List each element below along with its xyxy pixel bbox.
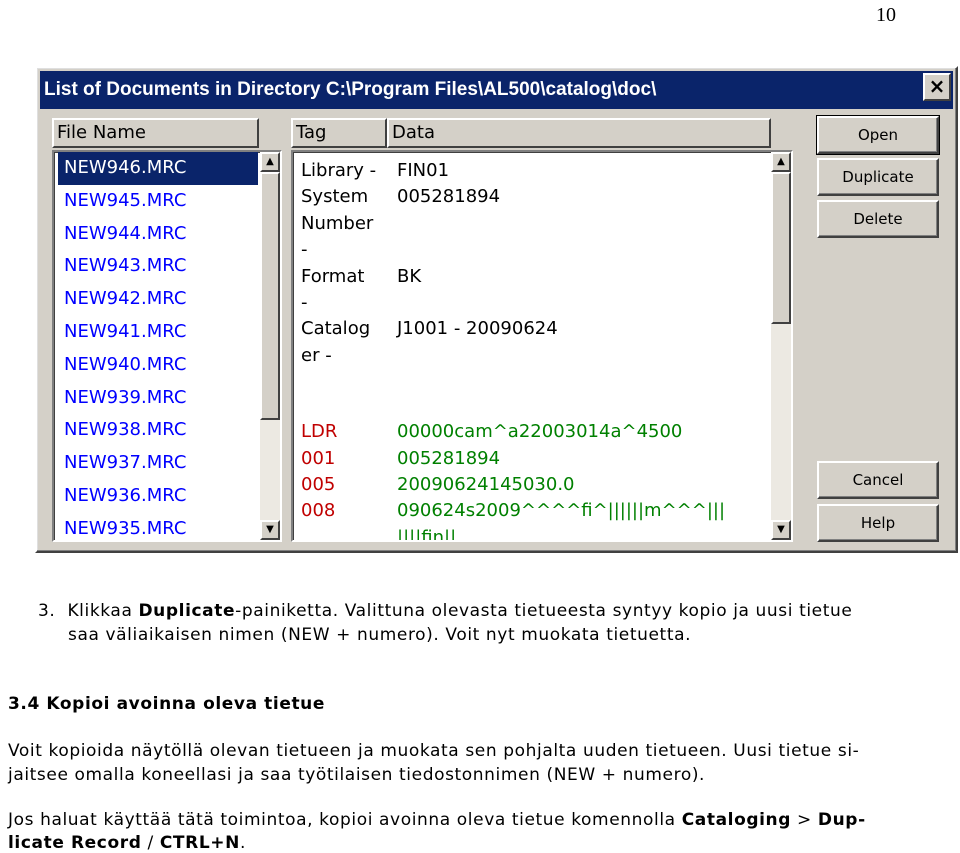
row-data: FIN01: [397, 160, 450, 181]
file-list-scroll-thumb[interactable]: [260, 172, 280, 420]
row-tag: 005: [301, 474, 336, 495]
row-tag: LDR: [301, 421, 338, 443]
row-data: BK: [397, 265, 422, 287]
row-tag: Catalog: [301, 318, 371, 340]
help-button[interactable]: Help: [817, 504, 939, 542]
row-data: J1001 - 20090624: [397, 318, 558, 340]
row-data: 00000cam^a22003014a^4500: [397, 421, 683, 443]
close-icon[interactable]: ×: [923, 73, 951, 101]
step-text-post: -painiketta. Valittuna olevasta tietuees…: [235, 601, 853, 621]
row-tag: System: [301, 186, 369, 208]
dialog-titlebar[interactable]: List of Documents in Directory C:\Progra…: [40, 71, 953, 109]
meta-row[interactable]: -: [293, 290, 767, 316]
paragraph-1-line-2: jaitsee omalla koneellasi ja saa työtila…: [8, 765, 706, 785]
header-tag[interactable]: Tag: [291, 118, 387, 148]
meta-row[interactable]: er -: [293, 343, 767, 369]
field-row[interactable]: ||||fin||: [293, 525, 767, 542]
field-row[interactable]: 001 005281894: [293, 446, 767, 472]
meta-row[interactable]: System 005281894: [293, 184, 767, 210]
delete-button[interactable]: Delete: [817, 200, 939, 238]
file-list-item[interactable]: NEW944.MRC: [58, 218, 258, 251]
paragraph-2-text: Jos haluat käyttää tätä toimintoa, kopio…: [8, 810, 682, 830]
field-row[interactable]: 005 20090624145030.0: [293, 472, 767, 498]
file-list-item[interactable]: NEW936.MRC: [58, 480, 258, 513]
step-text-pre: Klikkaa: [67, 601, 139, 621]
meta-row[interactable]: Format BK: [293, 264, 767, 290]
document-list-dialog: List of Documents in Directory C:\Progra…: [35, 66, 958, 553]
row-tag: 008: [301, 500, 336, 522]
scroll-down-icon[interactable]: ▼: [771, 520, 791, 540]
section-heading: 3.4 Kopioi avoinna oleva tietue: [8, 694, 326, 714]
meta-row[interactable]: Catalog J1001 - 20090624: [293, 316, 767, 342]
field-row[interactable]: LDR 00000cam^a22003014a^4500: [293, 419, 767, 445]
file-list-item[interactable]: NEW935.MRC: [58, 513, 258, 540]
meta-row[interactable]: Number: [293, 211, 767, 237]
menu-duplicate-part1: Dup-: [817, 810, 866, 830]
dialog-title: List of Documents in Directory C:\Progra…: [44, 79, 657, 100]
cancel-button[interactable]: Cancel: [817, 461, 939, 499]
scroll-up-icon[interactable]: ▲: [260, 152, 280, 172]
shortcut-separator: /: [141, 833, 160, 853]
row-data: 090624s2009^^^^fi^||||||m^^^|||: [397, 500, 726, 522]
row-tag: 001: [301, 447, 336, 469]
step-number: 3.: [38, 601, 56, 621]
record-scrollbar[interactable]: ▲ ▼: [771, 152, 791, 540]
step-3-line-2: saa väliaikaisen nimen (NEW + numero). V…: [68, 625, 692, 645]
header-data[interactable]: Data: [387, 118, 771, 148]
row-tag: -: [301, 239, 308, 261]
paragraph-2-line-2: licate Record / CTRL+N.: [8, 833, 246, 853]
file-list-item[interactable]: NEW945.MRC: [58, 185, 258, 218]
file-list: NEW946.MRC NEW945.MRC NEW944.MRC NEW943.MRC…: [58, 152, 258, 540]
scroll-down-icon[interactable]: ▼: [260, 520, 280, 540]
menu-cataloging: Cataloging: [681, 810, 792, 830]
file-list-box[interactable]: NEW946.MRC NEW945.MRC NEW944.MRC NEW943.MRC…: [52, 150, 282, 542]
meta-row[interactable]: -: [293, 237, 767, 263]
record-data-box[interactable]: Library - FIN01 System 005281894 Number - Form…: [291, 150, 793, 542]
paragraph-1-line-1: Voit kopioida näytöllä olevan tietueen j…: [8, 741, 860, 761]
file-list-item[interactable]: NEW941.MRC: [58, 316, 258, 349]
row-data: 005281894: [397, 186, 501, 208]
paragraph-2-line-1: Jos haluat käyttää tätä toimintoa, kopio…: [8, 810, 866, 830]
row-tag: Library -: [301, 160, 377, 181]
row-tag: Number: [301, 212, 374, 234]
step-duplicate-term: Duplicate: [138, 601, 236, 621]
row-tag: er -: [301, 344, 332, 366]
menu-separator: >: [791, 810, 818, 830]
record-scroll-thumb[interactable]: [771, 172, 791, 324]
page-number: 10: [876, 4, 896, 26]
menu-duplicate-part2: licate Record: [8, 833, 142, 853]
file-list-item[interactable]: NEW943.MRC: [58, 250, 258, 283]
row-tag: -: [301, 292, 308, 313]
paragraph-2-end: .: [239, 833, 246, 853]
file-list-item[interactable]: NEW938.MRC: [58, 414, 258, 447]
header-file-name[interactable]: File Name: [52, 118, 259, 148]
file-list-item[interactable]: NEW940.MRC: [58, 349, 258, 382]
shortcut-ctrl-n: CTRL+N: [159, 833, 240, 853]
file-list-item[interactable]: NEW939.MRC: [58, 382, 258, 415]
duplicate-button[interactable]: Duplicate: [817, 158, 939, 196]
row-tag: Format: [301, 265, 365, 287]
field-row[interactable]: 008 090624s2009^^^^fi^||||||m^^^|||: [293, 498, 767, 524]
meta-row[interactable]: Library - FIN01: [293, 158, 767, 184]
file-list-item[interactable]: NEW946.MRC: [58, 152, 258, 185]
file-list-item[interactable]: NEW942.MRC: [58, 283, 258, 316]
step-3-line-1: 3. Klikkaa Duplicate-painiketta. Valittu…: [38, 601, 852, 621]
file-list-scrollbar[interactable]: ▲ ▼: [260, 152, 280, 540]
row-data: 20090624145030.0: [397, 474, 575, 495]
row-data: 005281894: [397, 447, 501, 469]
row-data: ||||fin||: [397, 526, 457, 542]
open-button[interactable]: Open: [816, 115, 940, 155]
file-list-item[interactable]: NEW937.MRC: [58, 447, 258, 480]
scroll-up-icon[interactable]: ▲: [771, 152, 791, 172]
